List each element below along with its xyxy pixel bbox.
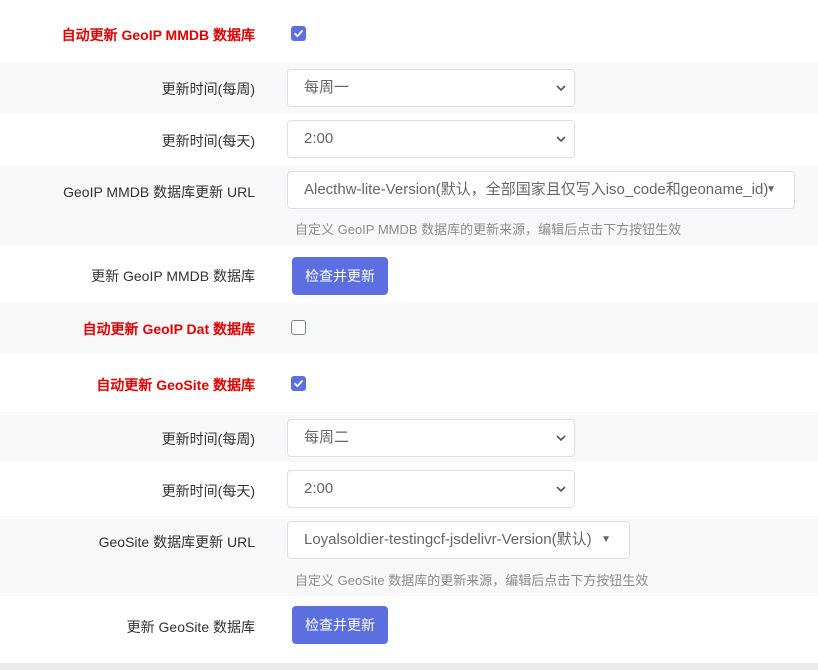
geoip-weekly-row: 更新时间(每周) 每周一 — [0, 63, 818, 113]
geoip-url-label: GeoIP MMDB 数据库更新 URL — [63, 184, 255, 200]
geoip-url-value: Alecthw-lite-Version(默认，全部国家且仅写入iso_code… — [304, 181, 769, 198]
geoip-daily-row: 更新时间(每天) 2:00 — [0, 113, 818, 166]
geoip-update-row: 更新 GeoIP MMDB 数据库 检查并更新 — [0, 246, 818, 303]
geosite-daily-select[interactable]: 2:00 — [287, 470, 575, 508]
geoip-url-row: GeoIP MMDB 数据库更新 URL Alecthw-lite-Versio… — [0, 166, 818, 246]
geosite-url-select[interactable]: Loyalsoldier-testingcf-jsdelivr-Version(… — [287, 521, 630, 559]
geoip-daily-label: 更新时间(每天) — [161, 133, 255, 149]
geoip-dat-auto-row: 自动更新 GeoIP Dat 数据库 — [0, 303, 818, 353]
geoip-weekly-select[interactable]: 每周一 — [287, 69, 575, 107]
geoip-weekly-label: 更新时间(每周) — [161, 81, 255, 97]
geoip-daily-select[interactable]: 2:00 — [287, 120, 575, 158]
chevron-down-icon — [556, 435, 566, 442]
check-icon — [294, 380, 303, 388]
geoip-url-select[interactable]: Alecthw-lite-Version(默认，全部国家且仅写入iso_code… — [287, 171, 795, 209]
chevron-down-icon — [556, 85, 566, 92]
geosite-daily-label: 更新时间(每天) — [161, 483, 255, 499]
geosite-auto-row: 自动更新 GeoSite 数据库 — [0, 353, 818, 412]
geosite-update-label: 更新 GeoSite 数据库 — [126, 619, 255, 635]
geoip-update-label: 更新 GeoIP MMDB 数据库 — [91, 268, 255, 284]
bottom-divider — [0, 663, 818, 670]
geoip-weekly-value: 每周一 — [304, 79, 350, 96]
geosite-check-update-button[interactable]: 检查并更新 — [292, 606, 388, 644]
geoip-daily-value: 2:00 — [304, 130, 334, 147]
geosite-auto-label: 自动更新 GeoSite 数据库 — [96, 377, 255, 393]
triangle-down-icon: ▼ — [766, 184, 776, 195]
geosite-url-label: GeoSite 数据库更新 URL — [98, 534, 255, 550]
geoip-mmdb-auto-label: 自动更新 GeoIP MMDB 数据库 — [61, 27, 255, 43]
geosite-daily-value: 2:00 — [304, 480, 334, 497]
geoip-check-update-button[interactable]: 检查并更新 — [292, 257, 388, 295]
geoip-dat-auto-label: 自动更新 GeoIP Dat 数据库 — [82, 321, 255, 337]
geosite-url-value: Loyalsoldier-testingcf-jsdelivr-Version(… — [304, 531, 592, 548]
geosite-weekly-value: 每周二 — [304, 429, 350, 446]
chevron-down-icon — [556, 136, 566, 143]
geosite-daily-row: 更新时间(每天) 2:00 — [0, 462, 818, 516]
geosite-weekly-select[interactable]: 每周二 — [287, 419, 575, 457]
geosite-weekly-label: 更新时间(每周) — [161, 431, 255, 447]
geosite-url-row: GeoSite 数据库更新 URL Loyalsoldier-testingcf… — [0, 516, 818, 596]
chevron-down-icon — [556, 486, 566, 493]
geoip-url-hint: 自定义 GeoIP MMDB 数据库的更新来源，编辑后点击下方按钮生效 — [295, 222, 682, 237]
geosite-weekly-row: 更新时间(每周) 每周二 — [0, 412, 818, 462]
geoip-mmdb-auto-row: 自动更新 GeoIP MMDB 数据库 — [0, 0, 818, 63]
triangle-down-icon: ▼ — [601, 534, 611, 545]
geosite-url-hint: 自定义 GeoSite 数据库的更新来源，编辑后点击下方按钮生效 — [295, 573, 649, 588]
geosite-auto-checkbox[interactable] — [291, 376, 306, 391]
geosite-update-row: 更新 GeoSite 数据库 检查并更新 — [0, 596, 818, 663]
check-icon — [294, 30, 303, 38]
geoip-mmdb-auto-checkbox[interactable] — [291, 26, 306, 41]
geoip-dat-auto-checkbox[interactable] — [291, 320, 306, 335]
